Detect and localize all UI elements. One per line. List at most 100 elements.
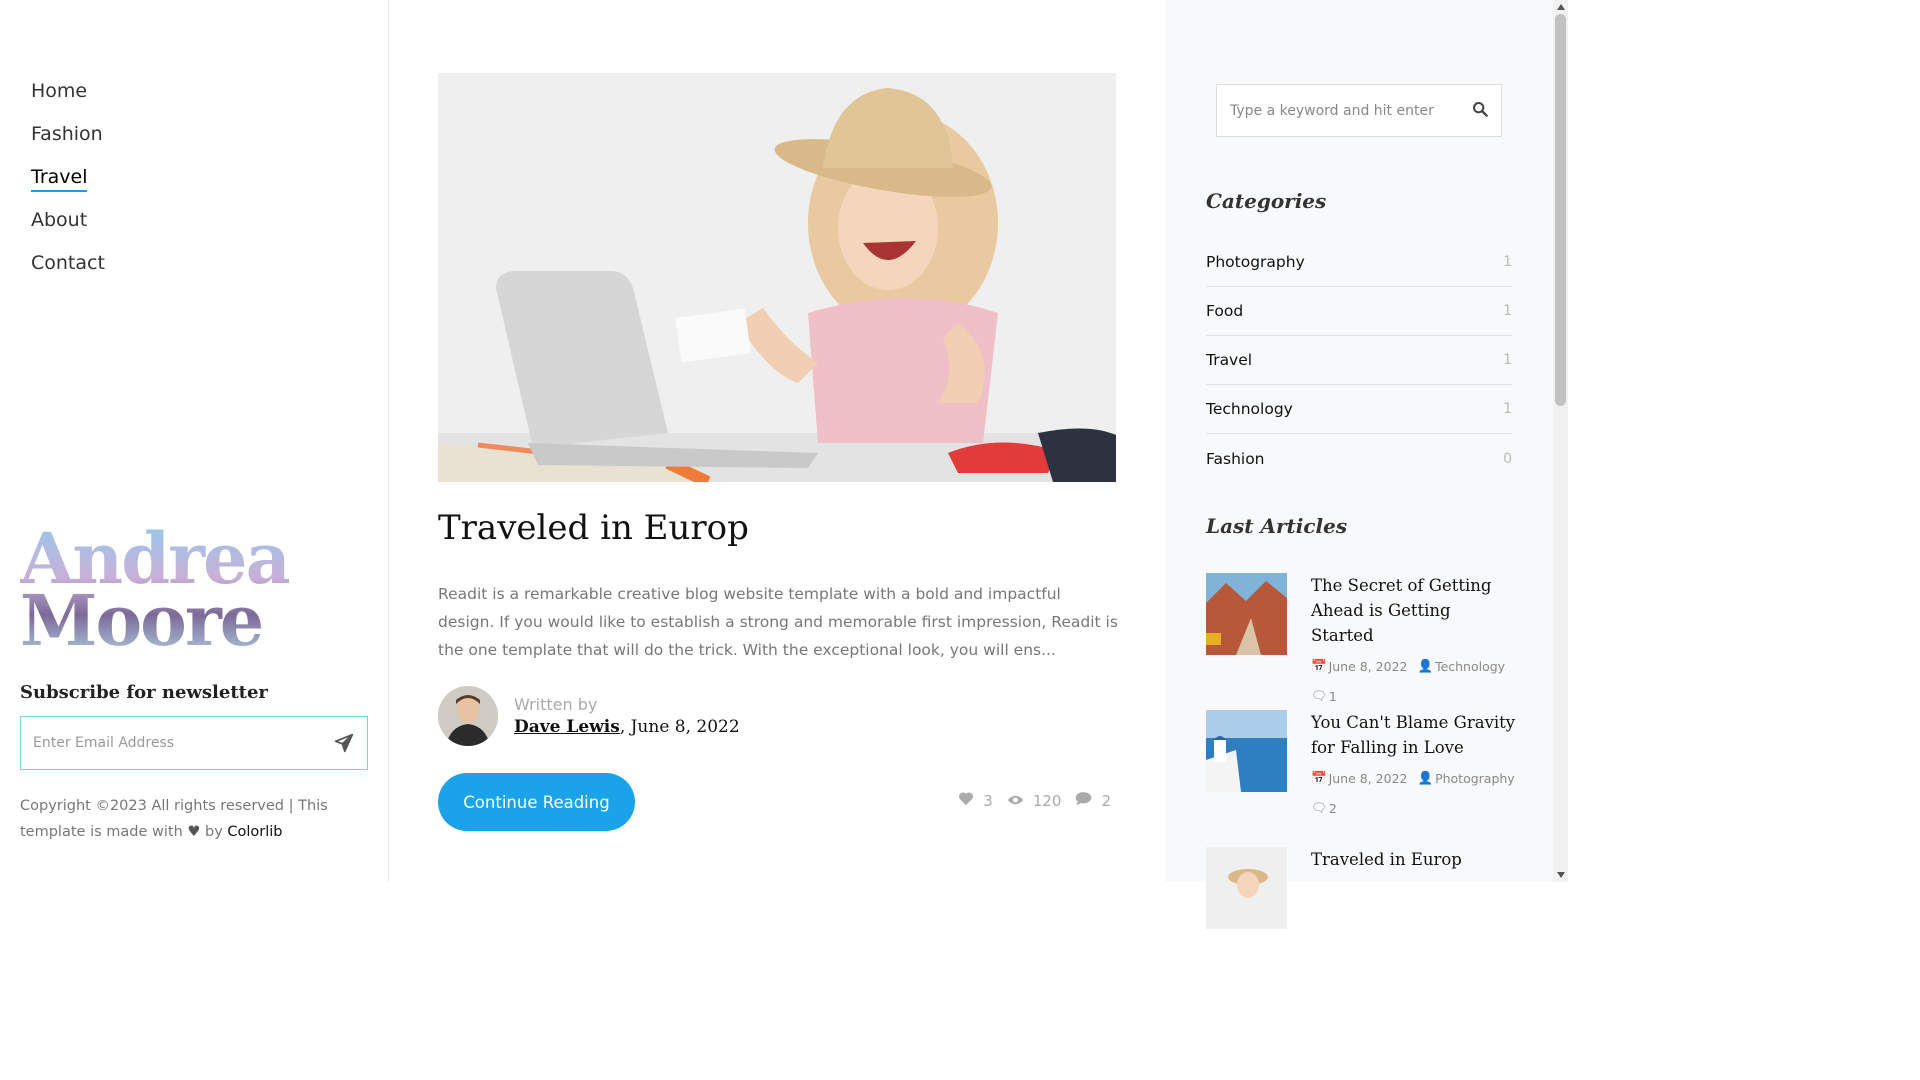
article-date: 📅 June 8, 2022 [1311,770,1407,786]
article-title[interactable]: You Can't Blame Gravity for Falling in L… [1311,710,1516,760]
nav-item-fashion: Fashion [31,123,105,166]
author-avatar[interactable] [438,686,498,746]
author-info: Written by Dave Lewis, June 8, 2022 [514,695,740,737]
category-name: Food [1206,302,1244,320]
category-count: 0 [1503,450,1512,467]
main-content: Traveled in Europ Readit is a remarkable… [389,0,1165,882]
heart-icon [958,791,974,810]
post-hero-image[interactable] [438,73,1116,482]
scroll-down-arrow-icon[interactable] [1553,868,1568,882]
nav-link-about[interactable]: About [31,209,87,233]
comment-icon: 🗨 [1311,688,1327,703]
left-sidebar: Home Fashion Travel About Contact Andrea… [0,0,389,882]
article-meta: 📅 June 8, 2022 👤 Photography 🗨 2 [1311,770,1516,816]
category-item[interactable]: Travel 1 [1206,336,1512,385]
comments-count: 2 [1101,791,1111,810]
last-articles-list: The Secret of Getting Ahead is Getting S… [1206,573,1516,984]
article-meta: 📅 June 8, 2022 👤 Technology 🗨 1 [1311,658,1516,704]
nav-link-travel[interactable]: Travel [31,166,88,192]
article-comments-count: 2 [1328,800,1337,816]
article-thumbnail[interactable] [1206,573,1287,655]
article-item: The Secret of Getting Ahead is Getting S… [1206,573,1516,710]
views-count: 120 [1032,791,1062,810]
nav-link-fashion[interactable]: Fashion [31,123,103,147]
page-scrollbar[interactable] [1553,0,1568,882]
nav-item-contact: Contact [31,252,105,295]
article-thumbnail[interactable] [1206,710,1287,792]
nav-link-contact[interactable]: Contact [31,252,105,276]
category-item[interactable]: Technology 1 [1206,385,1512,434]
scroll-up-arrow-icon[interactable] [1553,0,1568,14]
main-nav: Home Fashion Travel About Contact [31,80,105,295]
post-stats: 3 120 2 [958,791,1111,810]
author-name-link[interactable]: Dave Lewis [514,717,620,737]
article-comments[interactable]: 🗨 1 [1311,688,1516,704]
article-category-text: Photography [1435,770,1515,786]
newsletter-title: Subscribe for newsletter [20,682,268,703]
article-body: Traveled in Europ [1311,847,1462,984]
copyright-text: Copyright ©2023 All rights reserved | Th… [20,793,360,845]
nav-item-travel: Travel [31,166,105,209]
nav-item-about: About [31,209,105,252]
article-title[interactable]: The Secret of Getting Ahead is Getting S… [1311,573,1516,648]
heart-icon: ♥ [187,824,201,840]
article-body: The Secret of Getting Ahead is Getting S… [1311,573,1516,710]
likes-stat[interactable]: 3 [958,791,993,810]
brand-line-2: Moore [20,579,263,662]
copyright-by: by [204,824,223,840]
nav-item-home: Home [31,80,105,123]
search-input[interactable] [1230,102,1472,119]
newsletter-form [20,716,368,770]
article-category-text: Technology [1435,658,1506,674]
paper-plane-icon[interactable] [333,732,355,754]
search-icon[interactable] [1472,101,1488,121]
article-date-text: June 8, 2022 [1328,770,1408,786]
user-icon: 👤 [1417,658,1434,673]
brand-logo[interactable]: Andrea Moore [20,528,289,652]
comments-stat[interactable]: 2 [1075,791,1111,810]
article-date: 📅 June 8, 2022 [1311,658,1407,674]
post-excerpt: Readit is a remarkable creative blog web… [438,585,1118,659]
post-date: , June 8, 2022 [619,717,740,737]
author-block: Written by Dave Lewis, June 8, 2022 [438,686,740,746]
article-comments[interactable]: 🗨 2 [1311,800,1516,816]
article-category[interactable]: 👤 Photography [1417,770,1514,786]
category-item[interactable]: Food 1 [1206,287,1512,336]
email-field[interactable] [33,735,333,751]
article-item: You Can't Blame Gravity for Falling in L… [1206,710,1516,847]
calendar-icon: 📅 [1311,658,1327,673]
continue-reading-button[interactable]: Continue Reading [438,773,635,831]
category-count: 1 [1503,254,1512,270]
author-line: Dave Lewis, June 8, 2022 [514,717,740,737]
scrollbar-thumb[interactable] [1555,14,1566,406]
category-item[interactable]: Photography 1 [1206,238,1512,287]
post-title[interactable]: Traveled in Europ [438,508,749,548]
article-date-text: June 8, 2022 [1328,658,1408,674]
calendar-icon: 📅 [1311,770,1327,785]
comment-icon: 🗨 [1311,800,1327,815]
category-count: 1 [1503,401,1512,417]
article-body: You Can't Blame Gravity for Falling in L… [1311,710,1516,847]
category-name: Photography [1206,253,1305,271]
nav-link-home[interactable]: Home [31,80,87,104]
likes-count: 3 [983,791,993,810]
user-icon: 👤 [1417,770,1434,785]
article-category[interactable]: 👤 Technology [1417,658,1505,674]
search-form [1216,84,1502,137]
views-stat: 120 [1007,791,1062,810]
categories-title: Categories [1206,189,1327,213]
category-item[interactable]: Fashion 0 [1206,434,1512,483]
right-sidebar: Categories Photography 1 Food 1 Travel 1 Te… [1165,0,1553,929]
comment-icon [1075,791,1092,810]
category-name: Fashion [1206,449,1265,468]
article-item: Traveled in Europ [1206,847,1516,984]
written-by-label: Written by [514,695,598,714]
hero-illustration [438,73,1116,482]
article-comments-count: 1 [1328,688,1337,704]
article-title[interactable]: Traveled in Europ [1311,847,1462,872]
article-thumbnail[interactable] [1206,847,1287,929]
category-name: Technology [1206,400,1293,418]
category-count: 1 [1503,352,1512,368]
category-name: Travel [1206,351,1253,369]
colorlib-link[interactable]: Colorlib [227,824,282,840]
